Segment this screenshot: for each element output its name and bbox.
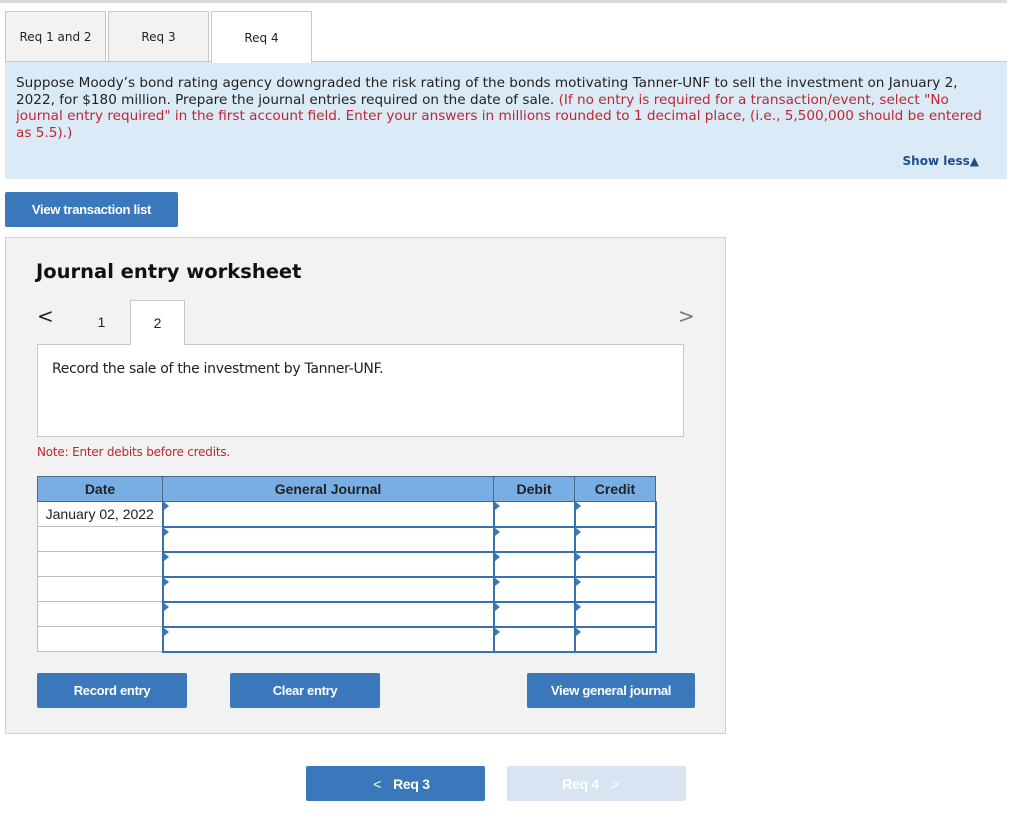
date-cell	[37, 601, 163, 627]
tab-req-3[interactable]: Req 3	[108, 11, 209, 62]
account-cell[interactable]	[161, 501, 495, 528]
top-divider	[0, 0, 1007, 3]
account-input[interactable]	[163, 603, 493, 625]
prev-req-button[interactable]: < Req 3	[306, 766, 485, 801]
account-cell[interactable]	[161, 626, 495, 653]
table-row	[37, 526, 657, 553]
date-cell	[37, 626, 163, 652]
column-header-debit: Debit	[493, 476, 575, 502]
debit-cell[interactable]	[492, 526, 576, 553]
credit-input[interactable]	[575, 502, 655, 525]
credit-cell[interactable]	[573, 601, 657, 628]
journal-entry-worksheet: Journal entry worksheet < 1 2 > Record t…	[5, 237, 726, 734]
credit-cell[interactable]	[573, 576, 657, 603]
account-cell[interactable]	[161, 601, 495, 628]
debit-input[interactable]	[494, 628, 574, 650]
debit-cell[interactable]	[492, 501, 576, 528]
table-row	[37, 576, 657, 603]
debit-input[interactable]	[494, 553, 574, 575]
chevron-right-icon[interactable]: >	[678, 304, 695, 328]
account-cell[interactable]	[161, 526, 495, 553]
date-cell	[37, 551, 163, 577]
account-input[interactable]	[163, 578, 493, 600]
column-header-credit: Credit	[574, 476, 656, 502]
account-input[interactable]	[163, 628, 493, 650]
next-req-button[interactable]: Req 4 >	[507, 766, 686, 801]
view-transaction-list-button[interactable]: View transaction list	[5, 192, 178, 227]
prev-req-label: Req 3	[393, 775, 430, 792]
debit-input[interactable]	[494, 528, 574, 550]
debit-cell[interactable]	[492, 576, 576, 603]
account-cell[interactable]	[161, 576, 495, 603]
debit-cell[interactable]	[492, 626, 576, 653]
debit-cell[interactable]	[492, 551, 576, 578]
record-entry-button[interactable]: Record entry	[37, 673, 187, 708]
date-cell: January 02, 2022	[37, 501, 163, 527]
date-cell	[37, 576, 163, 602]
credit-input[interactable]	[575, 578, 655, 600]
debit-input[interactable]	[494, 578, 574, 600]
chevron-left-icon[interactable]: <	[37, 304, 54, 328]
account-cell[interactable]	[161, 551, 495, 578]
credit-input[interactable]	[575, 553, 655, 575]
entry-description: Record the sale of the investment by Tan…	[37, 344, 684, 437]
account-input[interactable]	[163, 502, 493, 525]
question-prompt: Suppose Moody’s bond rating agency downg…	[5, 61, 1007, 179]
show-less-label: Show less	[902, 153, 970, 168]
credit-input[interactable]	[575, 603, 655, 625]
date-cell	[37, 526, 163, 552]
credit-input[interactable]	[575, 628, 655, 650]
requirement-tabs: Req 1 and 2 Req 3 Req 4	[5, 11, 314, 63]
view-general-journal-button[interactable]: View general journal	[527, 673, 695, 708]
clear-entry-button[interactable]: Clear entry	[230, 673, 380, 708]
credit-cell[interactable]	[573, 501, 657, 528]
debits-note: Note: Enter debits before credits.	[37, 445, 231, 459]
worksheet-page-1[interactable]: 1	[74, 300, 129, 344]
credit-cell[interactable]	[573, 626, 657, 653]
entry-description-text: Record the sale of the investment by Tan…	[52, 361, 384, 377]
table-row	[37, 601, 657, 628]
column-header-date: Date	[37, 476, 163, 502]
table-row: January 02, 2022	[37, 501, 657, 528]
chevron-right-icon: >	[610, 775, 619, 792]
column-header-general-journal: General Journal	[162, 476, 494, 502]
debit-input[interactable]	[494, 603, 574, 625]
table-row	[37, 551, 657, 578]
account-input[interactable]	[163, 528, 493, 550]
journal-table: Date General Journal Debit Credit Januar…	[37, 476, 657, 653]
credit-cell[interactable]	[573, 526, 657, 553]
tab-req-1-and-2[interactable]: Req 1 and 2	[5, 11, 106, 62]
table-row	[37, 626, 657, 653]
table-header-row: Date General Journal Debit Credit	[37, 476, 656, 502]
credit-input[interactable]	[575, 528, 655, 550]
worksheet-title: Journal entry worksheet	[36, 260, 302, 283]
show-less-link[interactable]: Show less▲	[903, 153, 979, 170]
account-input[interactable]	[163, 553, 493, 575]
triangle-up-icon: ▲	[969, 153, 979, 168]
worksheet-page-2[interactable]: 2	[130, 300, 185, 345]
debit-cell[interactable]	[492, 601, 576, 628]
tab-req-4[interactable]: Req 4	[211, 11, 312, 63]
chevron-left-icon: <	[373, 775, 382, 792]
next-req-label: Req 4	[562, 775, 599, 792]
debit-input[interactable]	[494, 502, 574, 525]
credit-cell[interactable]	[573, 551, 657, 578]
